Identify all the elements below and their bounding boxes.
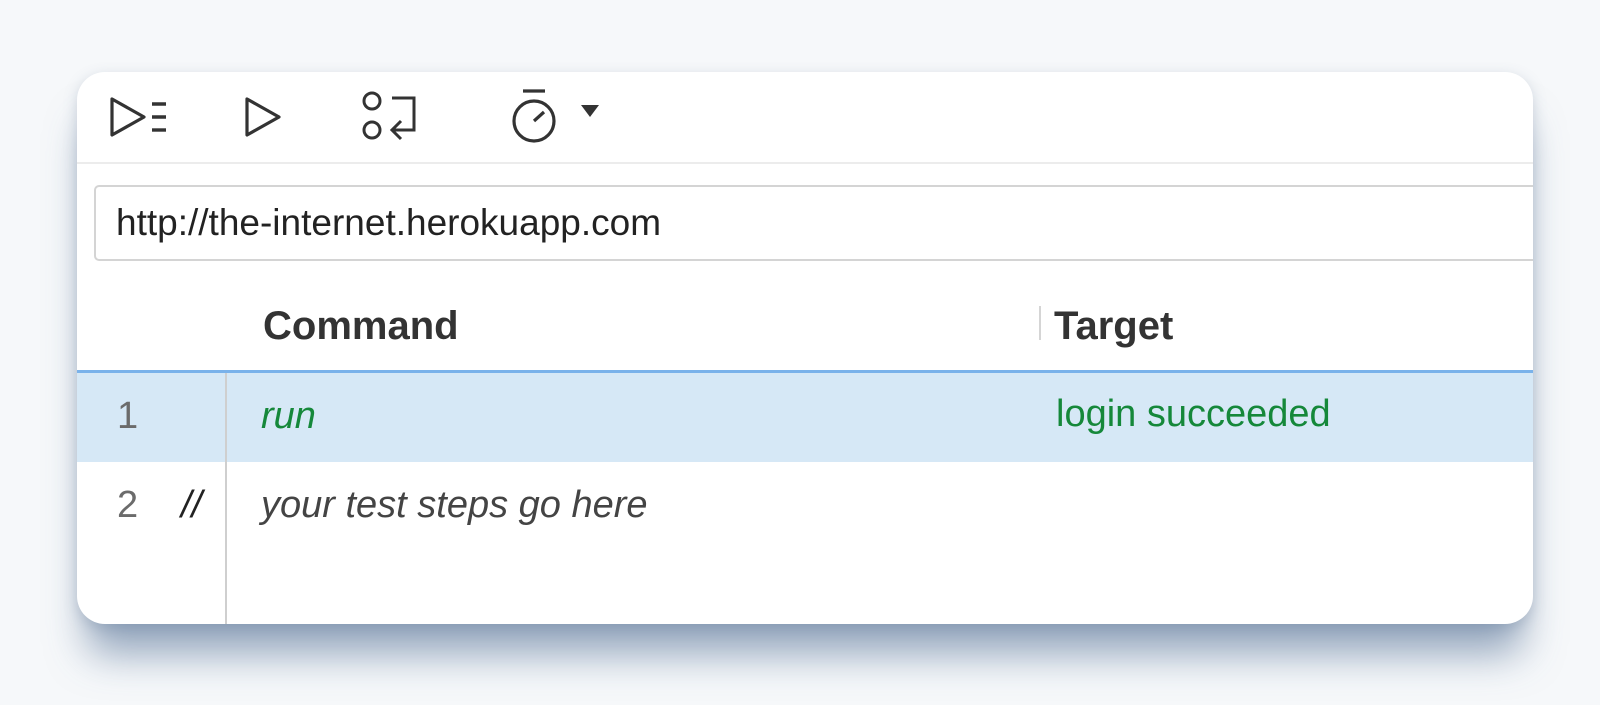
table-row[interactable]: 1 run login succeeded: [77, 373, 1533, 462]
base-url-field[interactable]: [94, 185, 1533, 261]
row-command: your test steps go here: [261, 484, 648, 526]
row-gutter-divider: [225, 373, 227, 624]
ide-window: Command Target 1 run login succeeded 2 /…: [77, 72, 1533, 624]
run-all-tests-button[interactable]: [103, 90, 175, 144]
test-speed-icon: [512, 89, 599, 143]
row-number: 2: [117, 484, 139, 526]
step-over-icon: [362, 91, 416, 141]
row-command: run: [261, 395, 316, 437]
row-number: 1: [117, 395, 139, 437]
run-current-test-button[interactable]: [237, 90, 289, 144]
row-comment-marker: //: [181, 484, 203, 526]
column-resize-handle[interactable]: [1039, 306, 1041, 340]
base-url-input[interactable]: [96, 187, 1496, 259]
column-header-target[interactable]: Target: [1054, 304, 1173, 349]
row-target: login succeeded: [1056, 393, 1331, 435]
dropdown-arrow-icon: [581, 105, 599, 117]
column-header-command[interactable]: Command: [263, 304, 459, 349]
test-speed-button[interactable]: [505, 89, 605, 144]
toolbar: [77, 72, 1533, 164]
step-over-button[interactable]: [359, 90, 423, 144]
run-current-test-icon: [245, 97, 281, 137]
table-header: Command Target: [77, 284, 1533, 373]
table-row[interactable]: 2 // your test steps go here: [77, 462, 1533, 551]
run-all-tests-icon: [110, 97, 166, 137]
